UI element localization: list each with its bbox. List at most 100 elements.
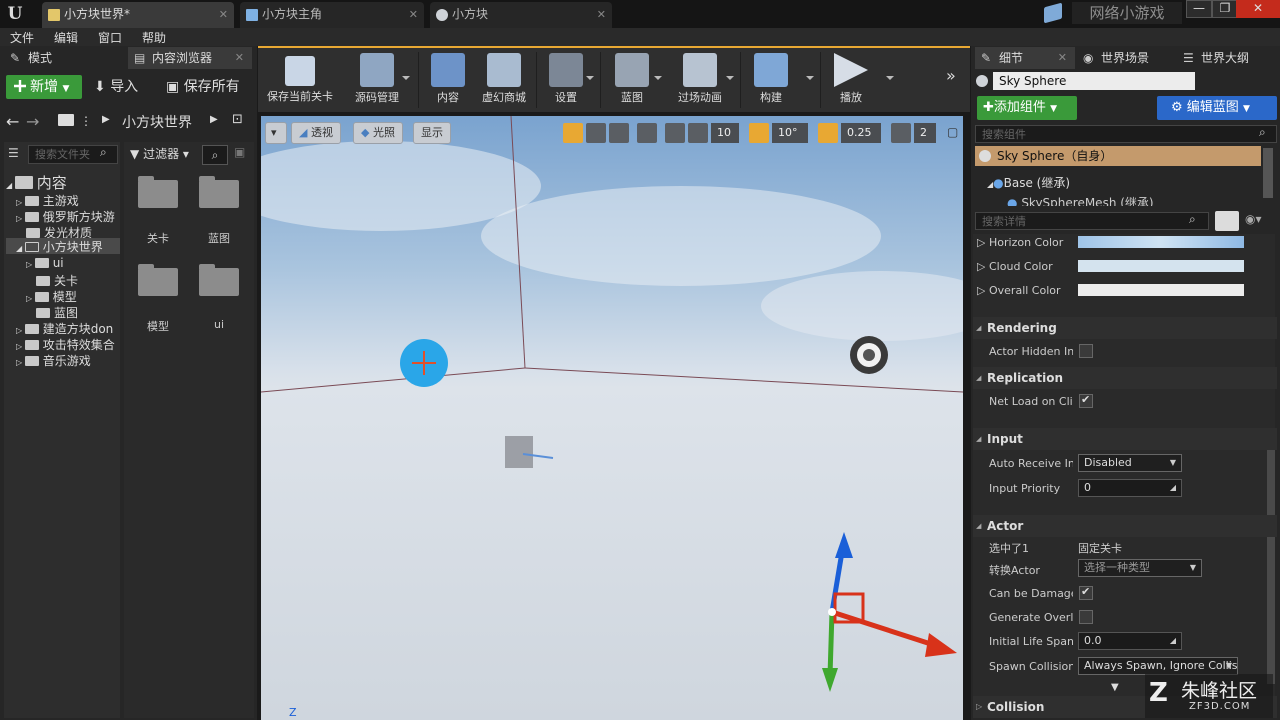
close-icon[interactable]: ✕ bbox=[409, 2, 418, 27]
camera-speed-icon[interactable] bbox=[891, 123, 911, 143]
lighting-button[interactable]: ◆ 光照 bbox=[353, 122, 403, 144]
property-matrix-icon[interactable] bbox=[1215, 211, 1239, 231]
component-scrollbar[interactable] bbox=[1263, 148, 1273, 198]
cinematics-button[interactable]: 过场动画 bbox=[668, 50, 732, 110]
breadcrumb-current[interactable]: 小方块世界 bbox=[122, 112, 192, 132]
folder-path-icon[interactable] bbox=[58, 114, 74, 126]
expand-advanced-icon[interactable]: ▼ bbox=[1111, 682, 1119, 693]
generate-overlap-checkbox[interactable] bbox=[1079, 610, 1093, 624]
perspective-button[interactable]: ◢ 透视 bbox=[291, 122, 341, 144]
grid-snap-icon[interactable] bbox=[688, 123, 708, 143]
folder-icon[interactable] bbox=[138, 264, 178, 296]
details-scrollbar[interactable] bbox=[1267, 444, 1275, 684]
play-button[interactable]: 播放 bbox=[826, 50, 876, 110]
tree-item[interactable]: ▷ 音乐游戏 bbox=[16, 352, 91, 369]
actor-hidden-checkbox[interactable] bbox=[1079, 344, 1093, 358]
chevron-down-icon[interactable] bbox=[806, 76, 814, 80]
build-button[interactable]: 构建 bbox=[746, 50, 796, 110]
marketplace-button[interactable]: 虚幻商城 bbox=[476, 50, 532, 110]
search-icon[interactable]: ⌕ bbox=[202, 145, 228, 165]
category-actor[interactable]: Actor bbox=[973, 515, 1277, 537]
menu-help[interactable]: 帮助 bbox=[142, 29, 166, 46]
show-button[interactable]: 显示 bbox=[413, 122, 451, 144]
component-base[interactable]: ◢●Base (继承) bbox=[987, 174, 1070, 191]
category-input[interactable]: Input bbox=[973, 428, 1277, 450]
initial-life-span-field[interactable]: 0.0 bbox=[1078, 632, 1182, 650]
tree-item[interactable]: ▷ 模型 bbox=[26, 288, 77, 305]
net-load-checkbox[interactable] bbox=[1079, 393, 1093, 408]
input-priority-field[interactable]: 0 bbox=[1078, 479, 1182, 497]
component-mesh[interactable]: ● SkySphereMesh (继承) bbox=[1007, 194, 1259, 206]
tree-item[interactable]: ▷ 俄罗斯方块游 bbox=[16, 208, 120, 225]
tree-item[interactable]: ▷ 主游戏 bbox=[16, 192, 79, 209]
move-tool-icon[interactable] bbox=[563, 123, 583, 143]
tree-item[interactable]: 关卡 bbox=[36, 272, 78, 289]
surface-snap-icon[interactable] bbox=[665, 123, 685, 143]
tab-modes[interactable]: ✎ 模式 bbox=[4, 47, 122, 69]
expand-icon[interactable]: ▷ bbox=[977, 260, 985, 273]
menu-window[interactable]: 窗口 bbox=[98, 29, 122, 46]
cloud-color-swatch[interactable] bbox=[1078, 260, 1244, 272]
blueprints-button[interactable]: 蓝图 bbox=[606, 50, 658, 110]
actor-name-input[interactable]: Sky Sphere bbox=[993, 72, 1195, 90]
grid-snap-value[interactable]: 10 bbox=[711, 123, 739, 143]
overall-color-swatch[interactable] bbox=[1078, 284, 1244, 296]
folder-icon[interactable] bbox=[199, 176, 239, 208]
tab-character-blueprint[interactable]: 小方块主角 ✕ bbox=[240, 2, 424, 28]
chevron-down-icon[interactable] bbox=[886, 76, 894, 80]
level-viewport[interactable]: ▾ ◢ 透视 ◆ 光照 显示 10 10° 0.25 2 ▢ Z bbox=[261, 116, 963, 720]
horizon-color-swatch[interactable] bbox=[1078, 236, 1244, 248]
add-component-button[interactable]: ✚添加组件 ▼ bbox=[977, 96, 1077, 120]
eye-icon[interactable]: ◉▾ bbox=[1245, 212, 1262, 226]
tree-item-selected[interactable]: ◢ 小方块世界 bbox=[6, 238, 120, 254]
world-local-icon[interactable] bbox=[637, 123, 657, 143]
menu-file[interactable]: 文件 bbox=[10, 29, 34, 46]
scale-snap-icon[interactable] bbox=[818, 123, 838, 143]
convert-actor-dropdown[interactable]: 选择一种类型 bbox=[1078, 559, 1202, 577]
folder-icon[interactable] bbox=[199, 264, 239, 296]
tree-item[interactable]: ▷ 建造方块don bbox=[16, 320, 120, 337]
close-icon[interactable]: ✕ bbox=[1058, 47, 1067, 69]
tab-cube-blueprint[interactable]: 小方块 ✕ bbox=[430, 2, 612, 28]
edit-blueprint-button[interactable]: ⚙ 编辑蓝图 ▼ bbox=[1157, 96, 1277, 120]
transform-x-axis[interactable] bbox=[831, 609, 938, 649]
rotate-tool-icon[interactable] bbox=[586, 123, 606, 143]
dock-icon[interactable]: ▣ bbox=[234, 145, 245, 159]
tab-level-world[interactable]: 小方块世界* ✕ bbox=[42, 2, 234, 28]
lock-icon[interactable]: ⊡ bbox=[232, 112, 243, 127]
chevron-down-icon[interactable] bbox=[402, 76, 410, 80]
breadcrumb-root[interactable]: ⋮ bbox=[80, 114, 92, 128]
component-self[interactable]: Sky Sphere（自身） bbox=[975, 146, 1261, 166]
settings-button[interactable]: 设置 bbox=[542, 50, 590, 110]
close-icon[interactable]: ✕ bbox=[597, 2, 606, 27]
back-icon[interactable]: ← bbox=[6, 112, 19, 131]
category-rendering[interactable]: Rendering bbox=[973, 317, 1277, 339]
tree-item[interactable]: 蓝图 bbox=[36, 304, 78, 321]
save-level-button[interactable]: 保存当前关卡 bbox=[262, 50, 338, 110]
can-be-damaged-checkbox[interactable] bbox=[1079, 585, 1093, 600]
camera-speed-value[interactable]: 2 bbox=[914, 123, 936, 143]
add-new-button[interactable]: 新增 ▼ bbox=[6, 75, 82, 99]
chevron-down-icon[interactable] bbox=[726, 76, 734, 80]
expand-icon[interactable]: ▷ bbox=[977, 284, 985, 297]
tree-item[interactable]: ▷ 攻击特效集合 bbox=[16, 336, 120, 353]
folder-icon[interactable] bbox=[138, 176, 178, 208]
spawn-collision-dropdown[interactable]: Always Spawn, Ignore Collis bbox=[1078, 657, 1238, 675]
category-replication[interactable]: Replication bbox=[973, 367, 1277, 389]
rotation-snap-icon[interactable] bbox=[749, 123, 769, 143]
component-search-input[interactable]: 搜索组件 bbox=[975, 125, 1277, 143]
forward-icon[interactable]: → bbox=[26, 112, 39, 131]
tree-toggle-icon[interactable]: ☰ bbox=[8, 146, 19, 160]
close-window-button[interactable]: ✕ bbox=[1236, 0, 1280, 18]
content-button[interactable]: 内容 bbox=[424, 50, 472, 110]
tab-world-outliner[interactable]: ☰ 世界大纲 bbox=[1177, 47, 1279, 69]
menu-edit[interactable]: 编辑 bbox=[54, 29, 78, 46]
filter-button[interactable]: ▼ 过滤器 ▾ bbox=[130, 145, 189, 165]
source-control-button[interactable]: 源码管理 bbox=[344, 50, 410, 110]
maximize-button[interactable]: ❐ bbox=[1212, 0, 1238, 18]
rotation-snap-value[interactable]: 10° bbox=[772, 123, 808, 143]
scale-tool-icon[interactable] bbox=[609, 123, 629, 143]
transform-y-axis[interactable] bbox=[827, 611, 835, 677]
chevron-down-icon[interactable] bbox=[654, 76, 662, 80]
minimize-button[interactable]: — bbox=[1186, 0, 1212, 18]
